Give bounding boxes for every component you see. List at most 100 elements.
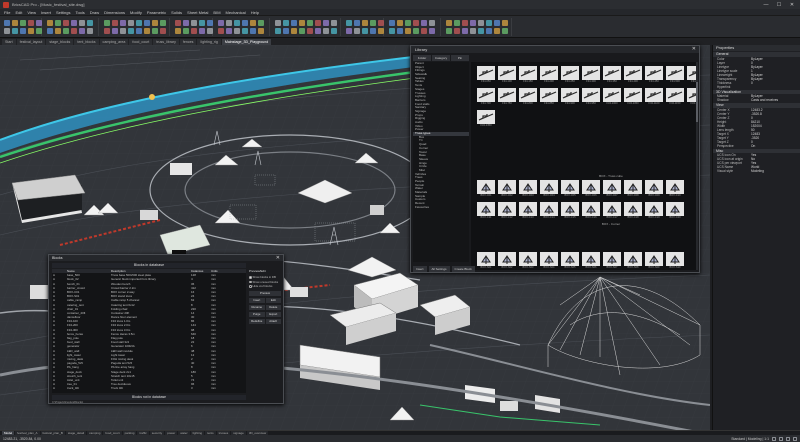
- tool-icon[interactable]: [175, 28, 181, 34]
- property-value[interactable]: Casts and receives: [751, 98, 800, 102]
- tool-icon[interactable]: [242, 20, 248, 26]
- tool-icon[interactable]: [12, 28, 18, 34]
- tool-icon[interactable]: [315, 28, 321, 34]
- tool-icon[interactable]: [47, 20, 53, 26]
- block-thumbnail[interactable]: F34-250: [561, 66, 579, 86]
- tool-icon[interactable]: [331, 20, 337, 26]
- block-thumbnail[interactable]: F34-1100: [645, 88, 663, 108]
- tool-icon[interactable]: [250, 28, 256, 34]
- block-thumbnail[interactable]: F34-750: [498, 88, 516, 108]
- block-thumbnail[interactable]: BOX-C01: [477, 180, 495, 200]
- tool-icon[interactable]: [160, 20, 166, 26]
- block-thumbnail[interactable]: BOX-C19: [645, 202, 663, 222]
- radio-icon[interactable]: [249, 280, 252, 283]
- tool-icon[interactable]: [28, 28, 34, 34]
- block-thumbnail[interactable]: F34-700: [477, 88, 495, 108]
- tool-icon[interactable]: [454, 20, 460, 26]
- tool-icon[interactable]: [160, 28, 166, 34]
- tool-icon[interactable]: [36, 28, 42, 34]
- property-row[interactable]: Perspective On: [713, 144, 800, 148]
- menu-insert[interactable]: Insert: [41, 10, 51, 15]
- tool-icon[interactable]: [136, 20, 142, 26]
- blocks-close-icon[interactable]: ✕: [276, 255, 280, 261]
- block-thumbnail[interactable]: BOX-C08: [624, 180, 642, 200]
- menu-help[interactable]: Help: [251, 10, 259, 15]
- block-thumbnail[interactable]: BOX-C18: [624, 202, 642, 222]
- rename-button[interactable]: Rename: [249, 304, 265, 310]
- tool-icon[interactable]: [152, 20, 158, 26]
- tool-icon[interactable]: [405, 28, 411, 34]
- tool-icon[interactable]: [175, 20, 181, 26]
- filter-option[interactable]: Hide xref blocks: [249, 284, 281, 289]
- tool-icon[interactable]: [144, 20, 150, 26]
- tree-item[interactable]: Favourites: [413, 206, 469, 210]
- tool-icon[interactable]: [20, 20, 26, 26]
- properties-panel[interactable]: Properties General Color ByLayer Layer 0 Line…: [712, 45, 800, 430]
- tool-icon[interactable]: [470, 28, 476, 34]
- tool-icon[interactable]: [258, 20, 264, 26]
- tool-icon[interactable]: [346, 28, 352, 34]
- tool-icon[interactable]: [331, 28, 337, 34]
- tool-icon[interactable]: [362, 20, 368, 26]
- radio-icon[interactable]: [249, 285, 252, 288]
- tool-icon[interactable]: [152, 28, 158, 34]
- tool-icon[interactable]: [389, 20, 395, 26]
- block-thumbnail[interactable]: BOX-S09: [645, 252, 663, 270]
- attach-button[interactable]: Attach: [265, 318, 281, 324]
- tool-icon[interactable]: [87, 20, 93, 26]
- settings-icon[interactable]: [793, 436, 797, 441]
- ortho-toggle-icon[interactable]: [786, 436, 790, 441]
- block-thumbnail[interactable]: F34-850: [540, 88, 558, 108]
- tool-icon[interactable]: [494, 20, 500, 26]
- tool-icon[interactable]: [291, 28, 297, 34]
- tool-icon[interactable]: [462, 28, 468, 34]
- menu-dimensions[interactable]: Dimensions: [104, 10, 125, 15]
- tool-icon[interactable]: [486, 20, 492, 26]
- library-scrollbar[interactable]: [696, 62, 698, 270]
- block-thumbnail[interactable]: F34-1000: [603, 88, 621, 108]
- blocks-dialog[interactable]: Blocks ✕ Blocks in database Name Descript…: [48, 254, 284, 404]
- tool-icon[interactable]: [291, 20, 297, 26]
- block-thumbnail[interactable]: BOX-C15: [561, 202, 579, 222]
- tool-icon[interactable]: [104, 20, 110, 26]
- tool-icon[interactable]: [183, 20, 189, 26]
- tool-icon[interactable]: [486, 28, 492, 34]
- menu-sheet-metal[interactable]: Sheet Metal: [187, 10, 208, 15]
- menu-modify[interactable]: Modify: [130, 10, 142, 15]
- block-thumbnail[interactable]: BOX-S04: [540, 252, 558, 270]
- block-thumbnail[interactable]: F34-050: [477, 66, 495, 86]
- block-thumbnail[interactable]: F34-500: [666, 66, 684, 86]
- block-thumbnail[interactable]: BOX-S10: [666, 252, 684, 270]
- tool-icon[interactable]: [413, 20, 419, 26]
- block-thumbnail[interactable]: BOX-S05: [561, 252, 579, 270]
- tool-icon[interactable]: [120, 20, 126, 26]
- block-thumbnail[interactable]: BOX-S01: [477, 252, 495, 270]
- tool-icon[interactable]: [4, 20, 10, 26]
- tool-icon[interactable]: [413, 28, 419, 34]
- tool-icon[interactable]: [4, 28, 10, 34]
- block-thumbnail[interactable]: F34-1150: [666, 88, 684, 108]
- menu-draw[interactable]: Draw: [90, 10, 99, 15]
- tool-icon[interactable]: [462, 20, 468, 26]
- tool-icon[interactable]: [218, 20, 224, 26]
- tool-icon[interactable]: [429, 28, 435, 34]
- block-thumbnail[interactable]: F34-800: [519, 88, 537, 108]
- property-value[interactable]: [751, 85, 800, 89]
- maximize-button[interactable]: ☐: [774, 2, 784, 8]
- block-thumbnail[interactable]: F34-950: [582, 88, 600, 108]
- tool-icon[interactable]: [446, 28, 452, 34]
- tool-icon[interactable]: [299, 20, 305, 26]
- tool-icon[interactable]: [389, 28, 395, 34]
- block-thumbnail[interactable]: BOX-C04: [540, 180, 558, 200]
- library-close-icon[interactable]: ✕: [692, 46, 696, 53]
- block-thumbnail[interactable]: BOX-C06: [582, 180, 600, 200]
- tool-icon[interactable]: [454, 28, 460, 34]
- block-thumbnail[interactable]: BOX-C10: [666, 180, 684, 200]
- block-thumbnail[interactable]: BOX-S02: [498, 252, 516, 270]
- block-thumbnail[interactable]: BOX-C17: [603, 202, 621, 222]
- tool-icon[interactable]: [207, 20, 213, 26]
- tool-icon[interactable]: [250, 20, 256, 26]
- tool-icon[interactable]: [397, 20, 403, 26]
- tool-icon[interactable]: [421, 20, 427, 26]
- library-thumbnail-grid[interactable]: F34-050 F34-100 F34-150 F34-200 F34-250 F34-3…: [471, 62, 698, 270]
